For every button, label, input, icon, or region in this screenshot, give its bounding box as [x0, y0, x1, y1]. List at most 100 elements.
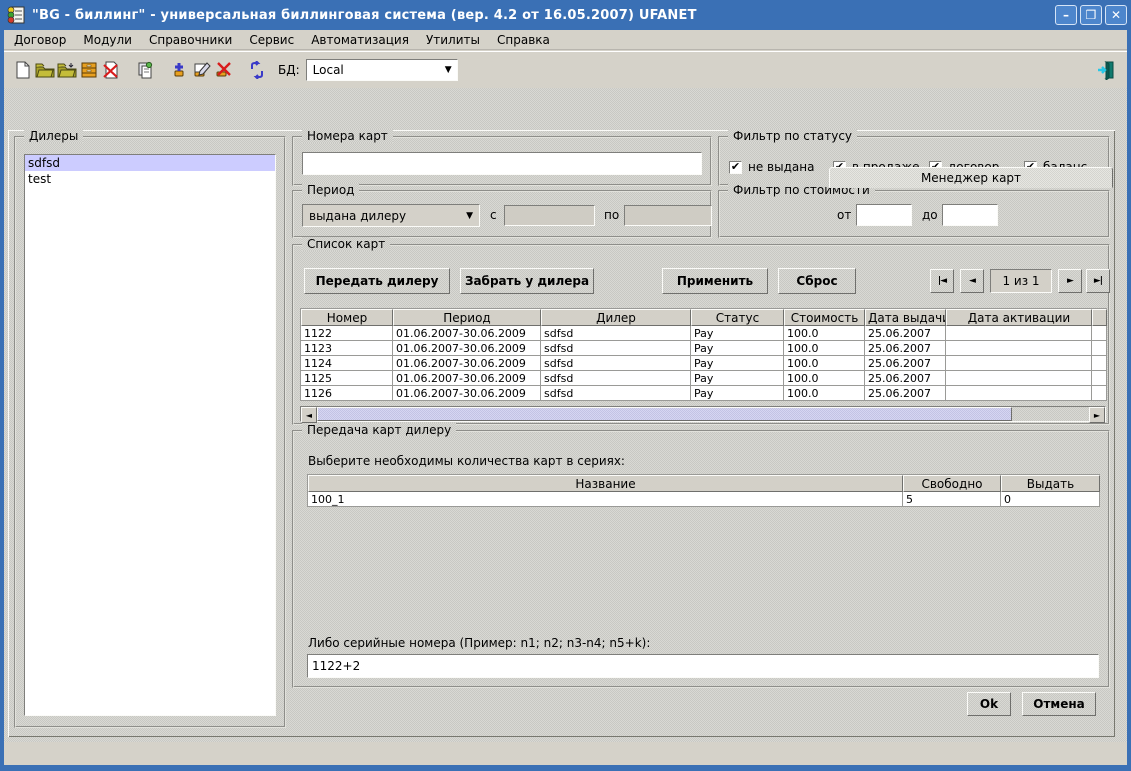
- ok-button[interactable]: Ok: [967, 692, 1011, 716]
- menu-dogovor[interactable]: Договор: [14, 33, 66, 47]
- refresh-icon[interactable]: [246, 59, 268, 81]
- table-cell: [1092, 371, 1107, 386]
- column-header[interactable]: Выдать: [1001, 475, 1100, 492]
- copy-document-icon[interactable]: [134, 59, 156, 81]
- table-cell: 100.0: [784, 341, 865, 356]
- checkbox-label: не выдана: [748, 160, 814, 174]
- pager-position-label: 1 из 1: [990, 269, 1052, 293]
- menu-spravochniki[interactable]: Справочники: [149, 33, 232, 47]
- pager-prev-button[interactable]: ◄: [960, 269, 984, 293]
- period-to-label: по: [604, 208, 619, 222]
- workspace: Проводки карт Менеджер платежей Новый ме…: [4, 88, 1127, 742]
- scrollbar-track[interactable]: [317, 407, 1089, 421]
- table-cell: [946, 386, 1092, 401]
- horizontal-scrollbar[interactable]: ◄ ►: [300, 406, 1106, 422]
- column-header[interactable]: Название: [308, 475, 903, 492]
- series-instruction-label: Выберите необходимы количества карт в се…: [308, 454, 625, 468]
- tab-manager-kart[interactable]: Менеджер карт: [829, 167, 1113, 188]
- pager-first-button[interactable]: |◄: [930, 269, 954, 293]
- menu-utility[interactable]: Утилиты: [426, 33, 480, 47]
- dealer-list-item-selected[interactable]: sdfsd: [25, 155, 275, 171]
- delete-document-icon[interactable]: [100, 59, 122, 81]
- table-row[interactable]: 112601.06.2007-30.06.2009sdfsdPay100.025…: [301, 386, 1107, 401]
- checkbox-icon: [729, 161, 742, 174]
- table-cell: 25.06.2007: [865, 356, 946, 371]
- column-header[interactable]: Свободно: [903, 475, 1001, 492]
- table-cell: [1092, 326, 1107, 341]
- scrollbar-thumb[interactable]: [317, 407, 1012, 421]
- table-cell: [946, 341, 1092, 356]
- apply-button[interactable]: Применить: [662, 268, 768, 294]
- cost-from-input[interactable]: [856, 204, 912, 226]
- db-label: БД:: [278, 63, 300, 77]
- cancel-button[interactable]: Отмена: [1022, 692, 1096, 716]
- card-file-icon[interactable]: [78, 59, 100, 81]
- card-list-group: Список карт Передать дилеру Забрать у ди…: [292, 244, 1110, 425]
- pager-next-button[interactable]: ►: [1058, 269, 1082, 293]
- cost-filter-group: Фильтр по стоимости от до: [718, 190, 1110, 238]
- menu-moduli[interactable]: Модули: [83, 33, 132, 47]
- menu-servis[interactable]: Сервис: [249, 33, 294, 47]
- column-header[interactable]: [1092, 309, 1107, 326]
- table-cell: 100_1: [308, 492, 903, 507]
- scroll-right-icon[interactable]: ►: [1089, 407, 1105, 423]
- menu-avtomatizacia[interactable]: Автоматизация: [311, 33, 409, 47]
- table-cell: 1126: [301, 386, 393, 401]
- period-type-select[interactable]: выдана дилеру ▼: [302, 204, 480, 227]
- dealers-group: Дилеры sdfsd test: [14, 136, 286, 728]
- table-row[interactable]: 100_150: [308, 492, 1100, 507]
- take-from-dealer-button[interactable]: Забрать у дилера: [460, 268, 594, 294]
- table-cell: 5: [903, 492, 1001, 507]
- open-folder-icon[interactable]: [34, 59, 56, 81]
- table-row[interactable]: 112201.06.2007-30.06.2009sdfsdPay100.025…: [301, 326, 1107, 341]
- series-table-header: Название Свободно Выдать: [308, 475, 1100, 492]
- delete-item-icon[interactable]: [212, 59, 234, 81]
- table-cell: 25.06.2007: [865, 341, 946, 356]
- dealer-list-item[interactable]: test: [25, 171, 275, 187]
- exit-icon[interactable]: [1095, 59, 1117, 81]
- application-window: { "colors": { "titlebar": "#3a70b5", "se…: [0, 0, 1131, 771]
- table-row[interactable]: 112301.06.2007-30.06.2009sdfsdPay100.025…: [301, 341, 1107, 356]
- minimize-button[interactable]: –: [1055, 5, 1077, 25]
- title-bar: "BG - биллинг" - универсальная биллингов…: [0, 0, 1131, 30]
- column-header[interactable]: Стоимость: [784, 309, 865, 326]
- table-row[interactable]: 112501.06.2007-30.06.2009sdfsdPay100.025…: [301, 371, 1107, 386]
- status-filter-title: Фильтр по статусу: [728, 129, 857, 143]
- card-manager-panel: Дилеры sdfsd test Номера карт Период выд…: [8, 130, 1115, 737]
- combo-arrow-icon: ▼: [466, 211, 473, 221]
- column-header[interactable]: Номер: [301, 309, 393, 326]
- cost-to-input[interactable]: [942, 204, 998, 226]
- serial-numbers-input[interactable]: [307, 654, 1099, 678]
- table-cell: 100.0: [784, 371, 865, 386]
- db-select[interactable]: Local ▼: [306, 59, 458, 81]
- table-cell: [1092, 341, 1107, 356]
- column-header[interactable]: Статус: [691, 309, 784, 326]
- table-cell: [946, 326, 1092, 341]
- card-numbers-title: Номера карт: [302, 129, 393, 143]
- dealers-list[interactable]: sdfsd test: [24, 154, 276, 716]
- close-button[interactable]: ✕: [1105, 5, 1127, 25]
- table-cell: 01.06.2007-30.06.2009: [393, 326, 541, 341]
- period-from-label: с: [490, 208, 497, 222]
- add-item-icon[interactable]: [168, 59, 190, 81]
- card-list-title: Список карт: [302, 237, 390, 251]
- column-header[interactable]: Период: [393, 309, 541, 326]
- column-header[interactable]: Дата выдачи: [865, 309, 946, 326]
- maximize-button[interactable]: ❒: [1080, 5, 1102, 25]
- table-row[interactable]: 112401.06.2007-30.06.2009sdfsdPay100.025…: [301, 356, 1107, 371]
- column-header[interactable]: Дилер: [541, 309, 691, 326]
- table-cell: 01.06.2007-30.06.2009: [393, 386, 541, 401]
- edit-item-icon[interactable]: [190, 59, 212, 81]
- menu-spravka[interactable]: Справка: [497, 33, 550, 47]
- reset-button[interactable]: Сброс: [778, 268, 856, 294]
- checkbox-not-issued[interactable]: не выдана: [729, 160, 814, 174]
- card-numbers-input[interactable]: [302, 152, 702, 175]
- pager-last-button[interactable]: ►|: [1086, 269, 1110, 293]
- new-document-icon[interactable]: [12, 59, 34, 81]
- table-cell: [1092, 386, 1107, 401]
- scroll-left-icon[interactable]: ◄: [301, 407, 317, 423]
- table-cell: Pay: [691, 341, 784, 356]
- column-header[interactable]: Дата активации: [946, 309, 1092, 326]
- open-folder-alt-icon[interactable]: [56, 59, 78, 81]
- transfer-to-dealer-button[interactable]: Передать дилеру: [304, 268, 450, 294]
